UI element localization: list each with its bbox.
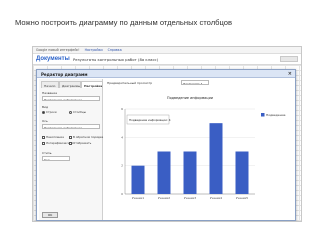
title-label: Название bbox=[42, 91, 58, 95]
document-title: Результаты контрольных работ (8а класс) bbox=[73, 57, 159, 62]
chart-editor-dialog: Редактор диаграмм × Начало Диаграммы Нас… bbox=[36, 69, 296, 221]
docs-logo[interactable]: Документы bbox=[36, 56, 70, 62]
bar bbox=[235, 151, 249, 194]
x-tick-label: Ученик2 bbox=[158, 196, 170, 200]
tooltip-text: Подведение информации: 4 bbox=[129, 118, 171, 122]
y-tick-label: 6 bbox=[121, 107, 123, 111]
checkbox-reverse-label: В обратном порядке bbox=[73, 135, 104, 139]
tab-charts[interactable]: Диаграммы bbox=[59, 81, 81, 88]
close-icon[interactable]: × bbox=[288, 71, 292, 77]
legend-swatch bbox=[261, 113, 265, 117]
chart-title: Подведение информации bbox=[167, 96, 213, 100]
preview-label: Предварительный просмотр bbox=[107, 81, 153, 85]
checkbox-stack-box bbox=[42, 135, 45, 139]
y-tick-label: 4 bbox=[121, 135, 123, 139]
topbar-link-settings[interactable]: Настройки bbox=[85, 48, 103, 52]
legend-label: Подведение bbox=[266, 113, 286, 117]
legend-label: Ось bbox=[42, 119, 48, 123]
title-input[interactable]: Подведение информации bbox=[42, 96, 100, 101]
y-tick-label: 0 bbox=[121, 192, 123, 196]
share-button[interactable] bbox=[280, 56, 298, 62]
slide-title: Можно построить диаграмму по данным отде… bbox=[15, 18, 232, 27]
top-bar: Google новый интерфейс! Настройки Справк… bbox=[33, 47, 301, 54]
radio-cols-dot bbox=[69, 110, 72, 114]
radio-cols-label: Столбцы bbox=[73, 110, 86, 114]
settings-pane: Начало Диаграммы Настройки Название Подв… bbox=[39, 79, 103, 220]
bar bbox=[183, 151, 197, 194]
checkbox-show-box bbox=[69, 141, 72, 145]
checkbox-stack[interactable]: Накопление bbox=[42, 135, 64, 139]
x-tick-label: Ученик5 bbox=[236, 196, 248, 200]
x-tick-label: Ученик4 bbox=[210, 196, 222, 200]
bar bbox=[157, 151, 171, 194]
checkbox-show-label: Отображать bbox=[73, 141, 92, 145]
checkbox-reverse-box bbox=[69, 135, 72, 139]
x-tick-label: Ученик1 bbox=[132, 196, 144, 200]
bar bbox=[131, 165, 145, 194]
tab-bar: Начало Диаграммы Настройки bbox=[41, 81, 103, 88]
checkbox-show[interactable]: Отображать bbox=[69, 141, 91, 145]
axis-input[interactable]: Подведение информации bbox=[42, 124, 100, 129]
dialog-title: Редактор диаграмм bbox=[37, 70, 295, 78]
preview-select[interactable]: Диаграмма А bbox=[181, 80, 209, 85]
preview-pane: Предварительный просмотр Диаграмма А Под… bbox=[105, 79, 294, 220]
tab-start[interactable]: Начало bbox=[41, 81, 59, 88]
ok-button[interactable]: OK bbox=[42, 212, 58, 218]
radio-rows[interactable]: Строки bbox=[42, 110, 57, 114]
doc-bar: Документы Результаты контрольных работ (… bbox=[33, 54, 301, 65]
style-label: Стиль bbox=[42, 151, 52, 155]
bar-chart: Подведение информации 0 2 4 6 Ученик1 Ученик2 У… bbox=[105, 87, 294, 220]
radio-rows-label: Строки bbox=[46, 110, 57, 114]
radio-cols[interactable]: Столбцы bbox=[69, 110, 86, 114]
tab-settings[interactable]: Настройки bbox=[81, 81, 103, 88]
style-select[interactable]: Код bbox=[42, 156, 70, 161]
checkbox-reverse[interactable]: В обратном порядке bbox=[69, 135, 103, 139]
chart-background bbox=[105, 87, 294, 220]
x-tick-label: Ученик3 bbox=[184, 196, 196, 200]
app-screenshot: Google новый интерфейс! Настройки Справк… bbox=[32, 46, 302, 222]
direction-label: Вид bbox=[42, 105, 49, 109]
checkbox-stack-label: Накопление bbox=[46, 135, 64, 139]
bar bbox=[209, 123, 223, 194]
topbar-link-help[interactable]: Справка bbox=[108, 48, 122, 52]
radio-rows-dot bbox=[42, 110, 45, 114]
y-tick-label: 2 bbox=[121, 164, 123, 168]
topbar-text: Google новый интерфейс! bbox=[36, 48, 80, 52]
checkbox-log-box bbox=[42, 141, 45, 145]
